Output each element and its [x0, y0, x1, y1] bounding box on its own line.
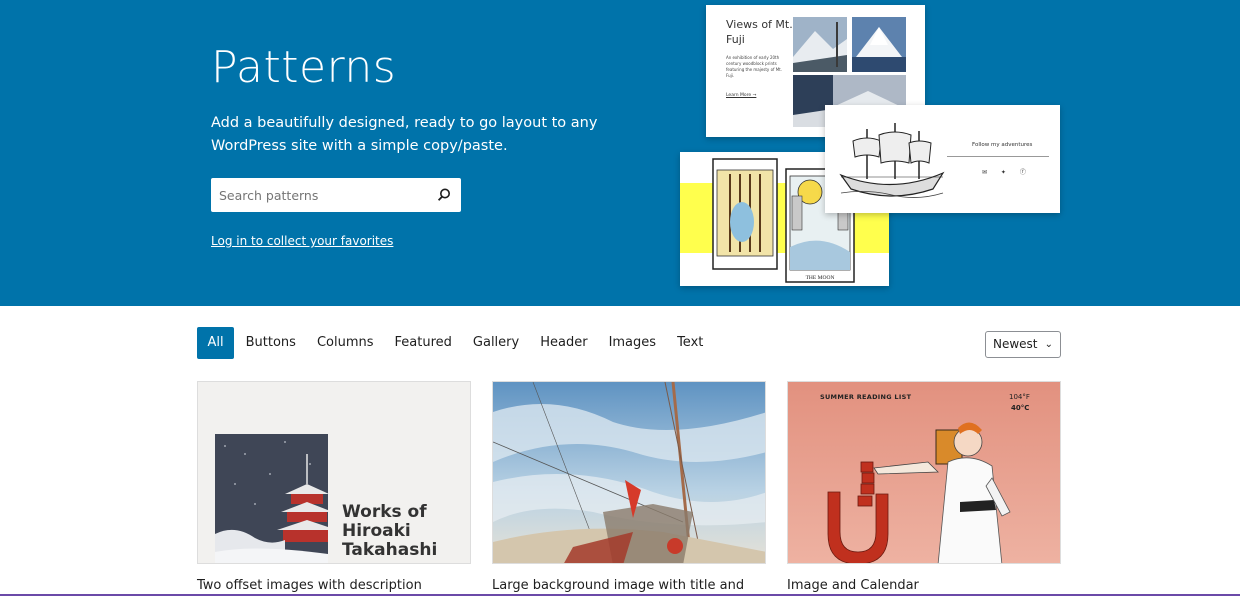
svg-text:THE MOON: THE MOON [806, 275, 835, 281]
pattern-card-image-calendar[interactable]: SUMMER READING LIST 104°F 40°C [787, 381, 1061, 564]
hero-description: Add a beautifully designed, ready to go … [211, 115, 598, 154]
fuji-print-image [852, 17, 906, 72]
card-overlay-title: Works of Hiroaki Takahashi [342, 502, 438, 560]
divider [947, 156, 1049, 157]
social-icons: ✉ ✦ ⓕ [982, 169, 1032, 176]
card-caption[interactable]: Image and Calendar [787, 578, 919, 593]
fuji-print-image [793, 17, 847, 72]
pattern-card-offset-images[interactable]: Works of Hiroaki Takahashi [197, 381, 471, 564]
sort-selected-value: Newest [993, 337, 1038, 351]
sailing-watercolor-image [493, 382, 765, 563]
fuji-title: Views of Mt. Fuji [726, 18, 793, 46]
page-title: Patterns [211, 42, 397, 93]
hero-banner: Patterns Add a beautifully designed, rea… [0, 0, 1240, 306]
tab-all[interactable]: All [197, 327, 235, 359]
tab-text[interactable]: Text [667, 327, 714, 359]
tab-header[interactable]: Header [530, 327, 598, 359]
pagoda-print-image [215, 434, 328, 563]
fuji-learn-more-link: Learn More → [726, 93, 757, 98]
search-box [211, 178, 461, 212]
ship-pattern-preview: Follow my adventures ✉ ✦ ⓕ [825, 105, 1060, 213]
temperature-fahrenheit: 104°F [1009, 393, 1030, 401]
card-caption[interactable]: Two offset images with description [197, 578, 422, 593]
temperature-celsius: 40°C [1011, 404, 1030, 412]
login-link[interactable]: Log in to collect your favorites [211, 234, 393, 248]
tab-columns[interactable]: Columns [306, 327, 384, 359]
card-caption[interactable]: Large background image with title and [492, 578, 744, 593]
search-icon[interactable] [435, 186, 453, 204]
tab-images[interactable]: Images [598, 327, 667, 359]
fuji-text: An exhibition of early 20th century wood… [726, 55, 782, 78]
tab-featured[interactable]: Featured [384, 327, 462, 359]
search-input[interactable] [211, 178, 421, 212]
tab-gallery[interactable]: Gallery [462, 327, 529, 359]
tab-buttons[interactable]: Buttons [235, 327, 306, 359]
sort-select[interactable]: Newest ⌄ [985, 331, 1061, 358]
pattern-card-large-background[interactable] [492, 381, 766, 564]
ship-illustration [837, 119, 947, 203]
category-filter-tabs: All Buttons Columns Featured Gallery Hea… [197, 327, 714, 359]
card-overlay-title: SUMMER READING LIST [820, 393, 912, 401]
chevron-down-icon: ⌄ [1044, 339, 1053, 350]
follow-text: Follow my adventures [972, 142, 1033, 148]
